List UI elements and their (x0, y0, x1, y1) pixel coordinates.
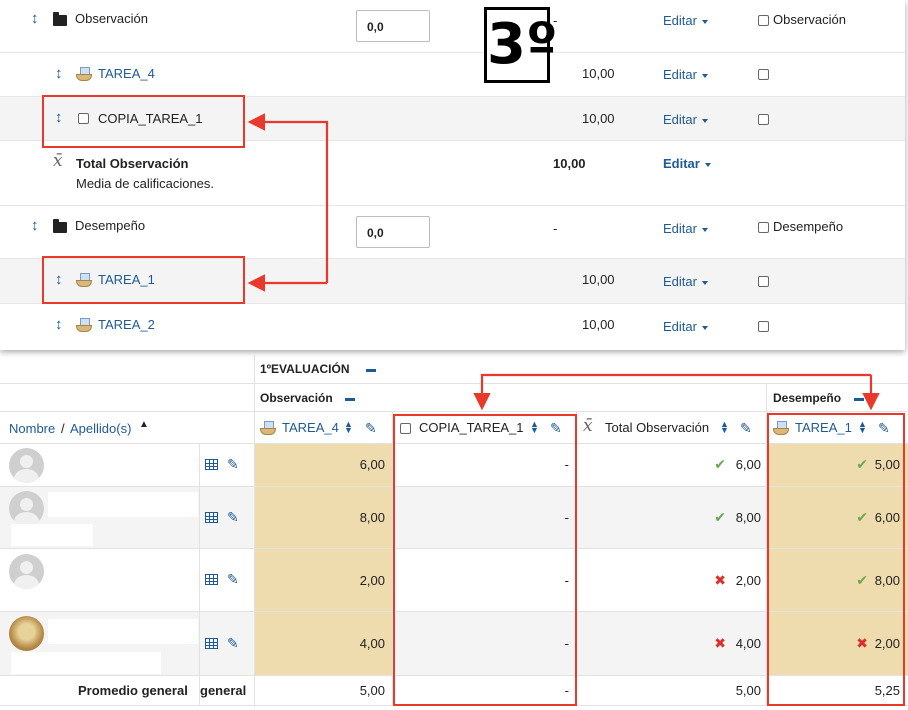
arrow-top-connector (247, 113, 329, 283)
arrow-bottom-copia (473, 373, 871, 411)
annotation-arrows (247, 113, 880, 411)
